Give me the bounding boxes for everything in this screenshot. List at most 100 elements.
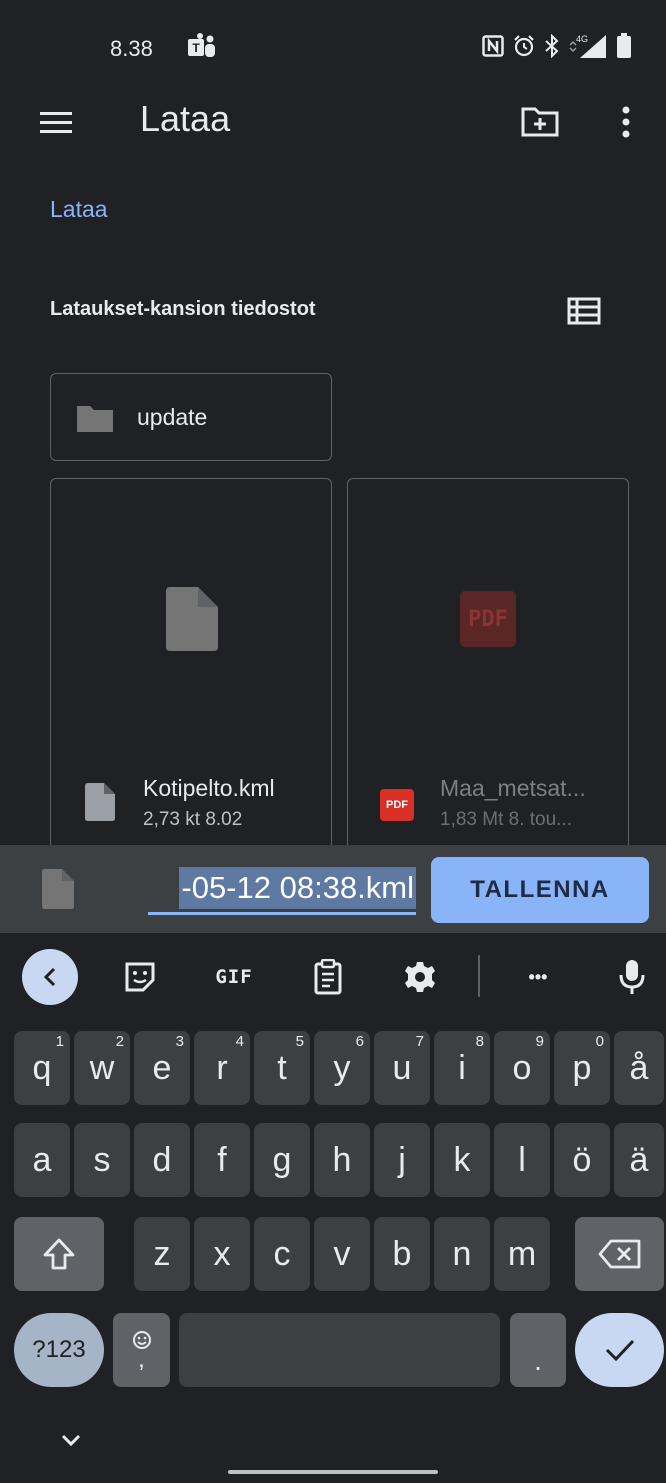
key-q[interactable]: q1 (14, 1031, 70, 1105)
status-bar: 8.38 T 4G (0, 0, 666, 90)
key-j[interactable]: j (374, 1123, 430, 1197)
key-m[interactable]: m (494, 1217, 550, 1291)
new-folder-icon[interactable] (520, 104, 560, 138)
emoji-comma-key[interactable]: , (113, 1313, 170, 1387)
section-title: Lataukset-kansion tiedostot (50, 298, 316, 320)
key-a-ring[interactable]: å (614, 1031, 664, 1105)
space-key[interactable] (179, 1313, 500, 1387)
key-hint: 4 (235, 1033, 244, 1050)
clipboard-icon[interactable] (306, 955, 350, 999)
key-l[interactable]: l (494, 1123, 550, 1197)
key-a[interactable]: a (14, 1123, 70, 1197)
settings-gear-icon[interactable] (398, 955, 442, 999)
key-r[interactable]: r4 (194, 1031, 250, 1105)
breadcrumb[interactable]: Lataa (50, 196, 108, 223)
teams-icon: T (188, 33, 215, 57)
key-o[interactable]: o9 (494, 1031, 550, 1105)
key-label: r (216, 1048, 228, 1087)
chevron-down-icon[interactable] (58, 1431, 84, 1449)
status-time: 8.38 (110, 36, 153, 61)
folder-icon (77, 406, 113, 432)
key-h[interactable]: h (314, 1123, 370, 1197)
file-meta: 1,83 Mt 8. tou... (440, 809, 573, 830)
svg-text:4G: 4G (576, 34, 588, 44)
file-name: Maa_metsat... (440, 775, 586, 801)
key-e[interactable]: e3 (134, 1031, 190, 1105)
key-u[interactable]: u7 (374, 1031, 430, 1105)
key-w[interactable]: w2 (74, 1031, 130, 1105)
key-x[interactable]: x (194, 1217, 250, 1291)
svg-text:T: T (192, 41, 200, 55)
list-view-icon[interactable] (566, 296, 602, 326)
key-i[interactable]: i8 (434, 1031, 490, 1105)
alarm-icon (514, 35, 534, 57)
key-hint: 3 (175, 1033, 184, 1050)
key-hint: 1 (55, 1033, 64, 1050)
app-bar: Lataa (0, 90, 666, 154)
checkmark-icon (605, 1339, 634, 1362)
bluetooth-icon (545, 34, 559, 58)
backspace-icon (598, 1239, 640, 1269)
save-bar: -05-12 08:38.kml TALLENNA (0, 845, 666, 933)
shift-key[interactable] (14, 1217, 104, 1291)
chevron-left-icon (43, 967, 56, 987)
key-b[interactable]: b (374, 1217, 430, 1291)
enter-key[interactable] (575, 1313, 664, 1387)
sticker-icon[interactable] (118, 955, 162, 999)
file-icon (166, 587, 218, 651)
key-hint: 6 (355, 1033, 364, 1050)
pdf-icon: PDF (380, 789, 414, 821)
pdf-icon: PDF (460, 591, 516, 647)
toolbar-divider (478, 955, 480, 997)
file-card[interactable]: Kotipelto.kml 2,73 kt 8.02 (50, 478, 332, 850)
more-icon[interactable]: ••• (516, 955, 560, 999)
key-s[interactable]: s (74, 1123, 130, 1197)
navigation-handle[interactable] (228, 1470, 438, 1474)
key-f[interactable]: f (194, 1123, 250, 1197)
key-d[interactable]: d (134, 1123, 190, 1197)
period-key[interactable]: . (510, 1313, 566, 1387)
filename-text[interactable]: -05-12 08:38.kml (179, 867, 416, 909)
key-label: w (89, 1048, 115, 1087)
key-g[interactable]: g (254, 1123, 310, 1197)
key-label: y (333, 1048, 351, 1087)
key-hint: 9 (535, 1033, 544, 1050)
key-label: u (392, 1048, 412, 1087)
key-t[interactable]: t5 (254, 1031, 310, 1105)
key-label: t (277, 1048, 287, 1087)
nfc-icon (482, 35, 504, 57)
microphone-icon[interactable] (610, 955, 654, 999)
folder-card[interactable]: update (50, 373, 332, 461)
key-k[interactable]: k (434, 1123, 490, 1197)
key-label: i (458, 1048, 466, 1087)
key-label: e (152, 1048, 172, 1087)
key-hint: 2 (115, 1033, 124, 1050)
key-label: p (572, 1048, 592, 1087)
key-hint: 8 (475, 1033, 484, 1050)
key-c[interactable]: c (254, 1217, 310, 1291)
save-button[interactable]: TALLENNA (431, 857, 649, 923)
key-label: o (512, 1048, 532, 1087)
menu-icon[interactable] (38, 106, 74, 138)
comma-label: , (138, 1346, 145, 1373)
key-v[interactable]: v (314, 1217, 370, 1291)
key-a-umlaut[interactable]: ä (614, 1123, 664, 1197)
key-p[interactable]: p0 (554, 1031, 610, 1105)
keyboard: GIF ••• q1 w2 e3 r4 t5 y6 u 7 i 8 o 9 p … (0, 933, 666, 1483)
key-z[interactable]: z (134, 1217, 190, 1291)
key-n[interactable]: n (434, 1217, 490, 1291)
gif-button[interactable]: GIF (212, 955, 256, 999)
file-icon (42, 869, 74, 909)
folder-name: update (137, 404, 208, 430)
key-o-umlaut[interactable]: ö (554, 1123, 610, 1197)
more-options-icon[interactable] (612, 102, 640, 142)
symbols-key[interactable]: ?123 (14, 1313, 104, 1387)
file-name: Kotipelto.kml (143, 775, 275, 801)
back-button[interactable] (22, 949, 78, 1005)
key-y[interactable]: y6 (314, 1031, 370, 1105)
filename-input[interactable]: -05-12 08:38.kml (148, 865, 416, 915)
shift-icon (43, 1238, 75, 1270)
file-card[interactable]: PDF PDF Maa_metsat... 1,83 Mt 8. tou... (347, 478, 629, 850)
backspace-key[interactable] (575, 1217, 664, 1291)
file-icon (85, 783, 115, 821)
